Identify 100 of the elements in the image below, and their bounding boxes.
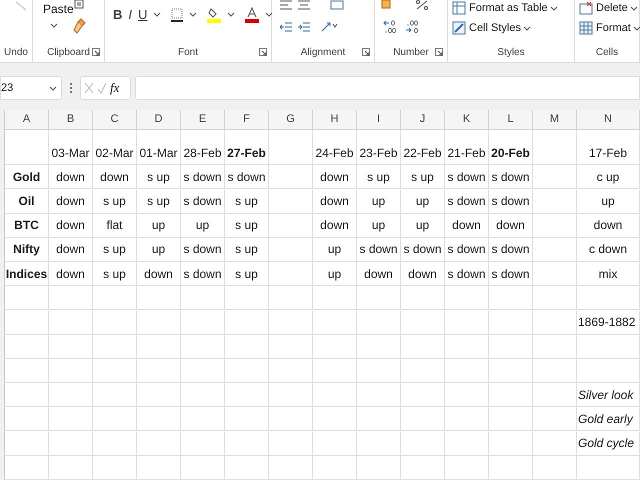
grid-cell[interactable]: [137, 286, 181, 310]
grid-cell[interactable]: [181, 383, 225, 408]
table-cell[interactable]: 28-Feb: [181, 130, 225, 166]
grid-cell[interactable]: [93, 407, 137, 432]
grid-cell[interactable]: [533, 334, 577, 359]
table-cell[interactable]: Nifty: [5, 238, 49, 262]
table-cell[interactable]: s down: [225, 165, 269, 190]
grid-cell[interactable]: [313, 383, 357, 408]
cell-styles-icon[interactable]: [452, 21, 466, 35]
column-header[interactable]: D: [137, 110, 181, 130]
grid-cell[interactable]: [533, 432, 577, 456]
table-cell[interactable]: s up: [225, 262, 269, 286]
grid-cell[interactable]: [577, 334, 640, 359]
grid-cell[interactable]: [181, 432, 225, 456]
grid-cell[interactable]: [533, 262, 577, 286]
grid-cell[interactable]: [137, 334, 181, 359]
dialog-launcher-icon[interactable]: [362, 48, 370, 56]
table-cell[interactable]: c up: [577, 165, 640, 190]
align-center-icon[interactable]: [298, 0, 310, 10]
grid-cell[interactable]: [181, 407, 225, 432]
grid-cell[interactable]: [357, 310, 401, 335]
grid-cell[interactable]: [577, 456, 640, 480]
table-cell[interactable]: s down: [445, 190, 489, 214]
column-header[interactable]: I: [357, 110, 401, 130]
caret-icon[interactable]: [265, 11, 274, 18]
column-header[interactable]: E: [181, 110, 225, 130]
grid-cell[interactable]: [313, 432, 357, 456]
grid-cell[interactable]: [5, 383, 49, 408]
dialog-launcher-icon[interactable]: [259, 48, 267, 56]
table-cell[interactable]: s down: [489, 238, 533, 262]
table-cell[interactable]: up: [137, 238, 181, 262]
grid-cell[interactable]: [49, 358, 93, 383]
decrease-decimal-icon[interactable]: [405, 20, 419, 34]
table-cell[interactable]: up: [357, 214, 401, 238]
grid-cell[interactable]: [269, 286, 313, 310]
table-cell[interactable]: down: [313, 214, 357, 238]
table-icon[interactable]: [452, 1, 466, 15]
grid-cell[interactable]: [269, 456, 313, 480]
column-header[interactable]: A: [5, 110, 49, 130]
grid-cell[interactable]: [49, 310, 93, 335]
format-as-table-button[interactable]: Format as Table: [469, 2, 558, 14]
grid-cell[interactable]: [357, 334, 401, 359]
column-header[interactable]: J: [401, 110, 445, 130]
table-cell[interactable]: down: [313, 165, 357, 190]
check-icon[interactable]: [97, 82, 107, 94]
table-cell[interactable]: 21-Feb: [445, 130, 489, 166]
grid-cell[interactable]: [269, 383, 313, 408]
grid-cell[interactable]: [533, 130, 577, 166]
grid-cell[interactable]: [489, 383, 533, 408]
table-cell[interactable]: s down: [181, 238, 225, 262]
table-cell[interactable]: up: [357, 190, 401, 214]
table-cell[interactable]: down: [401, 262, 445, 286]
grid-cell[interactable]: [137, 383, 181, 408]
grid-cell[interactable]: [225, 334, 269, 359]
grid-cell[interactable]: [445, 456, 489, 480]
table-cell[interactable]: up: [313, 262, 357, 286]
table-cell[interactable]: s up: [225, 214, 269, 238]
grid-cell[interactable]: [445, 358, 489, 383]
fill-color-icon[interactable]: [207, 6, 222, 23]
grid-cell[interactable]: [93, 383, 137, 408]
formula-input[interactable]: [135, 76, 640, 100]
grid-cell[interactable]: [49, 334, 93, 359]
grid-cell[interactable]: [5, 407, 49, 432]
table-cell[interactable]: Silver look: [577, 383, 640, 408]
table-cell[interactable]: s down: [445, 165, 489, 190]
table-cell[interactable]: up: [401, 214, 445, 238]
grid-cell[interactable]: [577, 358, 640, 383]
grid-cell[interactable]: [533, 190, 577, 214]
grid-cell[interactable]: [49, 432, 93, 456]
grid-cell[interactable]: [181, 310, 225, 335]
grid-cell[interactable]: [357, 383, 401, 408]
table-cell[interactable]: s up: [357, 165, 401, 190]
font-color-icon[interactable]: [245, 6, 260, 23]
grid-cell[interactable]: [93, 286, 137, 310]
grid-cell[interactable]: [181, 456, 225, 480]
format-painter-icon[interactable]: [73, 18, 87, 34]
grid-cell[interactable]: [181, 286, 225, 310]
table-cell[interactable]: s down: [181, 262, 225, 286]
grid-cell[interactable]: [401, 383, 445, 408]
table-cell[interactable]: down: [49, 214, 93, 238]
grid-cell[interactable]: [269, 358, 313, 383]
grid-cell[interactable]: [5, 286, 49, 310]
caret-icon[interactable]: [522, 24, 531, 32]
grid-cell[interactable]: [93, 334, 137, 359]
table-cell[interactable]: s down: [445, 262, 489, 286]
grid-cell[interactable]: [533, 238, 577, 262]
table-cell[interactable]: s down: [489, 165, 533, 190]
grid-cell[interactable]: [401, 310, 445, 335]
table-cell[interactable]: s down: [401, 238, 445, 262]
grid-cell[interactable]: [445, 286, 489, 310]
grid-cell[interactable]: [269, 262, 313, 286]
table-cell[interactable]: Gold: [5, 165, 49, 190]
table-cell[interactable]: up: [313, 238, 357, 262]
grid-cell[interactable]: [225, 383, 269, 408]
percent-icon[interactable]: [415, 0, 429, 10]
grid-cell[interactable]: [269, 310, 313, 335]
table-cell[interactable]: up: [401, 190, 445, 214]
grid-cell[interactable]: [357, 407, 401, 432]
grid-cell[interactable]: [5, 432, 49, 456]
column-header[interactable]: G: [269, 110, 313, 130]
